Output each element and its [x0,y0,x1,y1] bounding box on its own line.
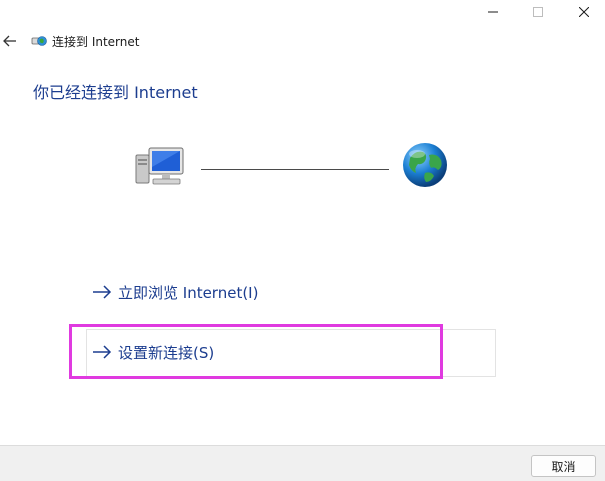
browse-internet-label: 立即浏览 Internet(I) [118,283,259,302]
browse-internet-link[interactable]: 立即浏览 Internet(I) [92,281,258,303]
back-arrow-icon [3,35,16,47]
maximize-button[interactable] [515,0,561,24]
cancel-button[interactable]: 取消 [531,455,596,477]
arrow-right-icon [93,285,112,299]
window-title: 连接到 Internet [52,35,140,49]
connection-line [201,169,389,170]
connect-to-internet-window: 连接到 Internet 你已经连接到 Internet 立即浏览 Intern… [0,0,605,481]
maximize-icon [533,7,543,17]
network-icon [31,36,47,46]
highlight-annotation [69,324,443,379]
footer-bar [0,445,605,481]
page-title: 你已经连接到 Internet [33,83,198,102]
computer-icon [135,147,184,185]
minimize-button[interactable] [470,0,516,24]
minimize-icon [488,11,498,13]
close-icon [579,7,589,17]
globe-icon [403,143,447,187]
close-button[interactable] [561,0,605,24]
back-button[interactable] [0,31,20,51]
